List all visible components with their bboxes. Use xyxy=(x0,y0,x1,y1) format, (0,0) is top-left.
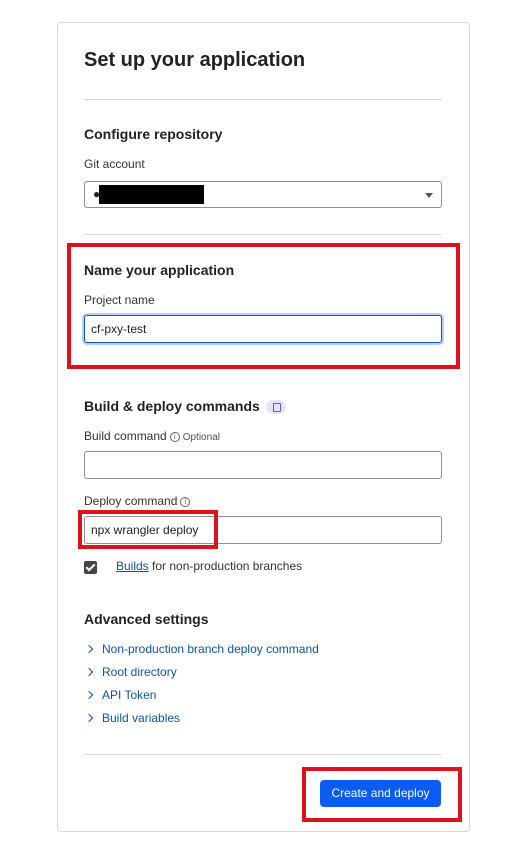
build-command-input[interactable] xyxy=(84,451,442,479)
info-icon[interactable]: i xyxy=(169,431,180,442)
advanced-item-label: Build variables xyxy=(102,711,181,725)
builds-checkbox[interactable] xyxy=(84,561,97,574)
deploy-command-label-text: Deploy command xyxy=(84,494,178,508)
divider xyxy=(84,99,442,100)
git-account-select[interactable]: ● xyxy=(84,181,442,208)
divider xyxy=(84,234,442,235)
annotation-box-deploy-command xyxy=(78,510,218,549)
chevron-right-icon xyxy=(84,644,94,654)
annotation-box-create-deploy xyxy=(302,767,462,822)
divider xyxy=(84,754,442,755)
builds-checkbox-label: Builds for non-production branches xyxy=(116,559,302,573)
advanced-item-root-directory[interactable]: Root directory xyxy=(84,665,177,679)
builds-link[interactable]: Builds xyxy=(116,559,149,573)
annotation-box-name-application xyxy=(67,243,460,369)
chevron-down-icon xyxy=(425,193,433,198)
advanced-item-build-variables[interactable]: Build variables xyxy=(84,711,180,725)
git-account-label: Git account xyxy=(84,157,145,171)
build-deploy-title: Build & deploy commands xyxy=(84,398,260,414)
chevron-right-icon xyxy=(84,690,94,700)
build-deploy-heading: Build & deploy commands xyxy=(84,398,286,415)
configure-repository-heading: Configure repository xyxy=(84,126,223,142)
advanced-settings-heading: Advanced settings xyxy=(84,611,209,627)
chevron-right-icon xyxy=(84,713,94,723)
advanced-item-non-production-deploy[interactable]: Non-production branch deploy command xyxy=(84,642,319,656)
advanced-item-api-token[interactable]: API Token xyxy=(84,688,156,702)
advanced-item-label: Root directory xyxy=(102,665,177,679)
info-icon[interactable]: i xyxy=(180,496,191,507)
setup-card: Set up your application Configure reposi… xyxy=(57,22,470,832)
chevron-right-icon xyxy=(84,667,94,677)
build-command-label: Build command i Optional xyxy=(84,429,220,443)
optional-tag: Optional xyxy=(182,432,220,443)
advanced-item-label: Non-production branch deploy command xyxy=(102,642,319,656)
deploy-command-label: Deploy command i xyxy=(84,494,191,508)
advanced-item-label: API Token xyxy=(102,688,157,702)
build-command-label-text: Build command xyxy=(84,429,167,443)
builds-text: for non-production branches xyxy=(148,559,303,573)
redacted-account-name xyxy=(99,185,204,204)
page-title: Set up your application xyxy=(84,49,306,71)
docs-icon[interactable] xyxy=(265,400,286,415)
